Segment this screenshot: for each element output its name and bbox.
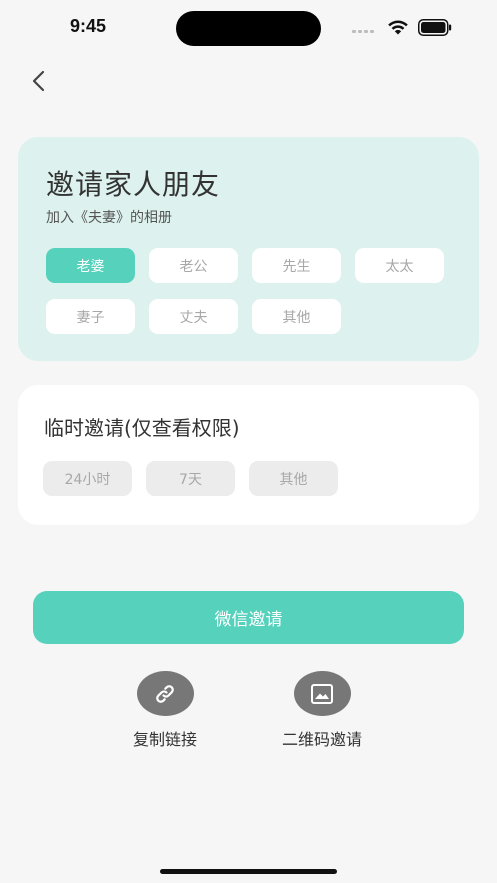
role-chip-wife[interactable]: 老婆 (46, 248, 135, 283)
temp-option-other[interactable]: 其他 (249, 461, 338, 496)
wifi-icon (388, 20, 408, 35)
back-button[interactable] (24, 66, 52, 96)
copy-link-button[interactable] (136, 671, 194, 716)
dynamic-island (176, 11, 321, 46)
role-chip-other[interactable]: 其他 (252, 299, 341, 334)
temporary-invite-title: 临时邀请(仅查看权限) (44, 416, 240, 440)
invite-family-card: 邀请家人朋友 加入《夫妻》的相册 老婆 老公 先生 太太 妻子 丈夫 其他 (18, 137, 479, 361)
wechat-invite-button[interactable]: 微信邀请 (33, 591, 464, 644)
cellular-signal-icon (352, 30, 374, 33)
status-time: 9:45 (70, 16, 107, 36)
home-indicator (160, 869, 337, 874)
temp-option-24h[interactable]: 24小时 (43, 461, 132, 496)
temp-option-7d[interactable]: 7天 (146, 461, 235, 496)
link-icon (156, 684, 174, 703)
qr-invite-label: 二维码邀请 (281, 730, 362, 749)
invite-subtitle: 加入《夫妻》的相册 (46, 210, 172, 226)
copy-link-action[interactable]: 复制链接 (105, 671, 225, 750)
qr-invite-action[interactable]: 二维码邀请 (262, 671, 382, 750)
role-chip-madam[interactable]: 太太 (355, 248, 444, 283)
chevron-left-icon (32, 70, 45, 92)
role-chip-mister[interactable]: 先生 (252, 248, 341, 283)
role-chip-spouse-wife[interactable]: 妻子 (46, 299, 135, 334)
image-icon (311, 683, 333, 704)
status-bar: 9:45 (0, 0, 497, 56)
temporary-invite-card: 临时邀请(仅查看权限) 24小时 7天 其他 (18, 385, 479, 525)
qr-invite-button[interactable] (293, 671, 351, 716)
role-chip-spouse-husband[interactable]: 丈夫 (149, 299, 238, 334)
copy-link-label: 复制链接 (132, 730, 197, 749)
role-chip-husband[interactable]: 老公 (149, 248, 238, 283)
invite-title: 邀请家人朋友 (46, 168, 221, 201)
battery-icon (418, 19, 452, 36)
